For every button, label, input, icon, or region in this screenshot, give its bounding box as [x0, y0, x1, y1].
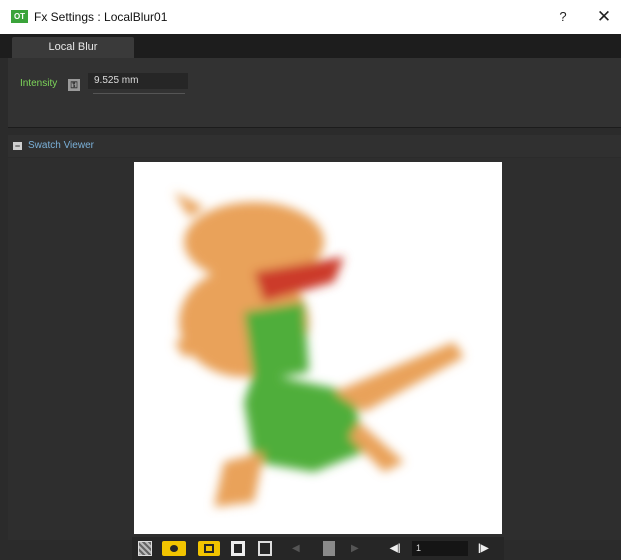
frame-back-icon[interactable]: ◀|: [390, 541, 408, 556]
intensity-label: Intensity: [20, 78, 58, 89]
help-button[interactable]: ?: [552, 6, 574, 28]
next-icon[interactable]: ▶: [351, 541, 361, 556]
black-bg-icon[interactable]: [231, 541, 245, 556]
settings-panel: Intensity ⚿ 9.525 mm: [8, 58, 621, 128]
title-bar: OT Fx Settings : LocalBlur01 ? ✕: [0, 0, 621, 34]
link-icon[interactable]: ⚿: [68, 79, 80, 91]
frame-icon[interactable]: [258, 541, 272, 556]
tab-local-blur[interactable]: Local Blur: [12, 37, 134, 58]
close-button[interactable]: ✕: [593, 6, 615, 28]
intensity-field[interactable]: 9.525 mm: [88, 73, 188, 89]
swatch-toolbar: ◀ ▶ ◀| 1 |▶: [132, 537, 504, 560]
collapse-icon[interactable]: −: [13, 142, 22, 151]
preview-canvas[interactable]: [134, 162, 502, 534]
lock-icon[interactable]: [323, 541, 335, 556]
swatch-viewer-label: Swatch Viewer: [28, 140, 94, 151]
white-bg-icon[interactable]: [198, 541, 220, 556]
tab-strip: Local Blur: [0, 34, 621, 58]
intensity-slider-track[interactable]: [93, 93, 185, 94]
blurred-dog-illustration: [174, 192, 464, 507]
panel-separator: [8, 127, 621, 135]
app-icon: OT: [11, 10, 28, 23]
window-title: Fx Settings : LocalBlur01: [34, 10, 168, 24]
swatch-viewer-header[interactable]: − Swatch Viewer: [8, 135, 621, 157]
eye-icon[interactable]: [162, 541, 186, 556]
checkerboard-icon[interactable]: [138, 541, 152, 556]
frame-forward-icon[interactable]: |▶: [478, 541, 496, 556]
prev-icon[interactable]: ◀: [292, 541, 302, 556]
frame-number-field[interactable]: 1: [412, 541, 468, 556]
